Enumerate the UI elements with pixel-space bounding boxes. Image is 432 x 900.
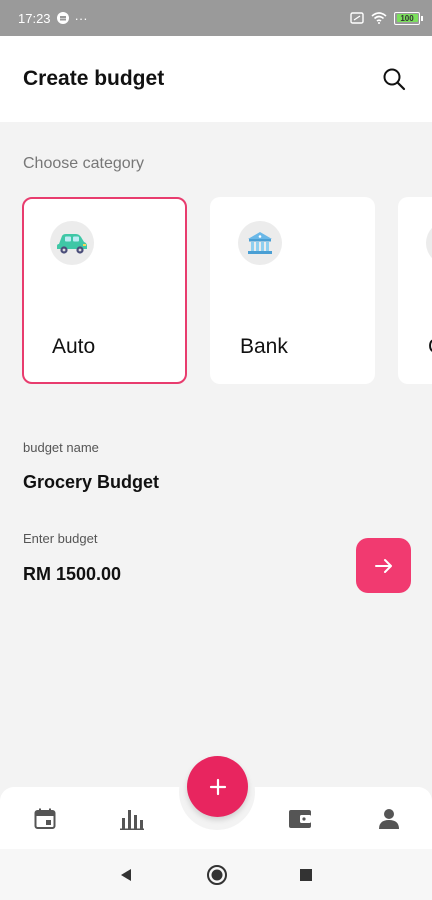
status-bar: 17:23 ··· 100 (0, 0, 432, 36)
choose-category-label: Choose category (23, 155, 144, 172)
nav-calendar-button[interactable] (32, 806, 58, 832)
add-button[interactable] (187, 756, 248, 817)
nav-wallet-button[interactable] (287, 806, 313, 832)
system-navigation-bar (0, 849, 432, 900)
next-button[interactable] (356, 538, 411, 593)
car-icon-badge (50, 221, 94, 265)
category-label-bank: Bank (240, 335, 288, 358)
sim-icon (350, 12, 364, 24)
budget-name-label: budget name (23, 440, 99, 455)
budget-name-input[interactable]: Grocery Budget (23, 472, 159, 493)
home-circle-icon (207, 865, 227, 885)
profile-icon (379, 809, 399, 829)
system-back-button[interactable] (114, 863, 138, 887)
wallet-icon (289, 810, 311, 828)
category-card-auto[interactable]: Auto (22, 197, 187, 384)
system-recents-button[interactable] (294, 863, 318, 887)
system-home-button[interactable] (205, 863, 229, 887)
car-icon (57, 234, 87, 254)
nav-profile-button[interactable] (376, 806, 402, 832)
category-card-bank[interactable]: Bank (210, 197, 375, 384)
app-bar: Create budget (0, 36, 432, 122)
category-label-auto: Auto (52, 335, 96, 358)
search-button[interactable] (378, 63, 410, 95)
battery-icon: 100 (394, 11, 423, 25)
status-more-dots: ··· (74, 10, 88, 26)
calendar-icon (34, 808, 56, 829)
nav-stats-button[interactable] (119, 806, 145, 832)
page-title: Create budget (23, 67, 165, 90)
wifi-icon (371, 12, 387, 24)
arrow-right-icon (374, 558, 392, 573)
category-card-partial[interactable]: C (398, 197, 432, 384)
status-time: 17:23 (18, 10, 51, 26)
plus-icon (209, 778, 226, 795)
bank-icon-badge (238, 221, 282, 265)
search-icon (383, 68, 406, 91)
battery-level: 100 (400, 13, 414, 23)
category-list: Auto Bank C (22, 197, 432, 385)
back-triangle-icon (121, 869, 131, 881)
budget-amount-input[interactable]: RM 1500.00 (23, 564, 121, 585)
enter-budget-label: Enter budget (23, 531, 98, 546)
notification-icon (56, 12, 69, 24)
bar-chart-icon (120, 810, 144, 830)
category-icon-badge (426, 221, 432, 265)
bank-icon (248, 232, 272, 254)
category-label-partial: C (428, 335, 432, 359)
recents-square-icon (300, 869, 312, 881)
